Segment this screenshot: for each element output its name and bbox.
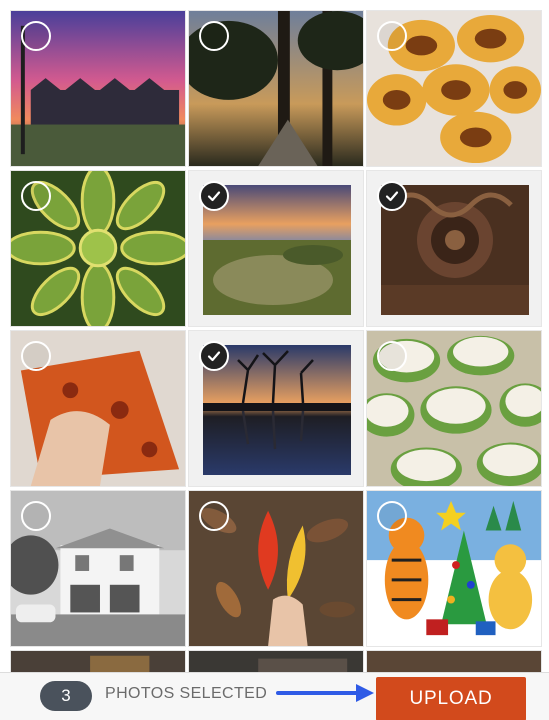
select-toggle[interactable]: [377, 341, 407, 371]
select-toggle[interactable]: [199, 501, 229, 531]
select-toggle[interactable]: [377, 501, 407, 531]
photo-tile[interactable]: [10, 650, 186, 672]
partial-photo-3: [367, 651, 541, 672]
photo-tile[interactable]: [366, 650, 542, 672]
select-toggle[interactable]: [199, 341, 229, 371]
upload-button[interactable]: UPLOAD: [376, 677, 526, 720]
photos-selected-label: PHOTOS SELECTED: [105, 685, 268, 702]
photo-tile[interactable]: [366, 10, 542, 167]
photo-tile[interactable]: [10, 330, 186, 487]
partial-photo-1: [11, 651, 185, 672]
checkmark-icon: [207, 351, 221, 362]
checkmark-icon: [385, 191, 399, 202]
selected-count-badge: 3: [40, 681, 92, 711]
photo-tile[interactable]: [366, 170, 542, 327]
partial-photo-2: [189, 651, 363, 672]
select-toggle[interactable]: [199, 181, 229, 211]
photo-tile[interactable]: [10, 170, 186, 327]
photo-tile[interactable]: [10, 490, 186, 647]
photo-tile[interactable]: [188, 490, 364, 647]
photo-tile[interactable]: [366, 330, 542, 487]
checkmark-icon: [207, 191, 221, 202]
photo-tile[interactable]: [366, 490, 542, 647]
photo-tile[interactable]: [188, 170, 364, 327]
selection-bar: 3 PHOTOS SELECTED UPLOAD: [0, 672, 549, 720]
photo-tile[interactable]: [10, 10, 186, 167]
select-toggle[interactable]: [199, 21, 229, 51]
select-toggle[interactable]: [377, 181, 407, 211]
photo-tile[interactable]: [188, 330, 364, 487]
select-toggle[interactable]: [21, 21, 51, 51]
right-arrow-icon: [276, 684, 374, 702]
photo-tile[interactable]: [188, 650, 364, 672]
select-toggle[interactable]: [21, 501, 51, 531]
photo-tile[interactable]: [188, 10, 364, 167]
select-toggle[interactable]: [21, 181, 51, 211]
select-toggle[interactable]: [21, 341, 51, 371]
photo-grid: [0, 0, 549, 672]
select-toggle[interactable]: [377, 21, 407, 51]
